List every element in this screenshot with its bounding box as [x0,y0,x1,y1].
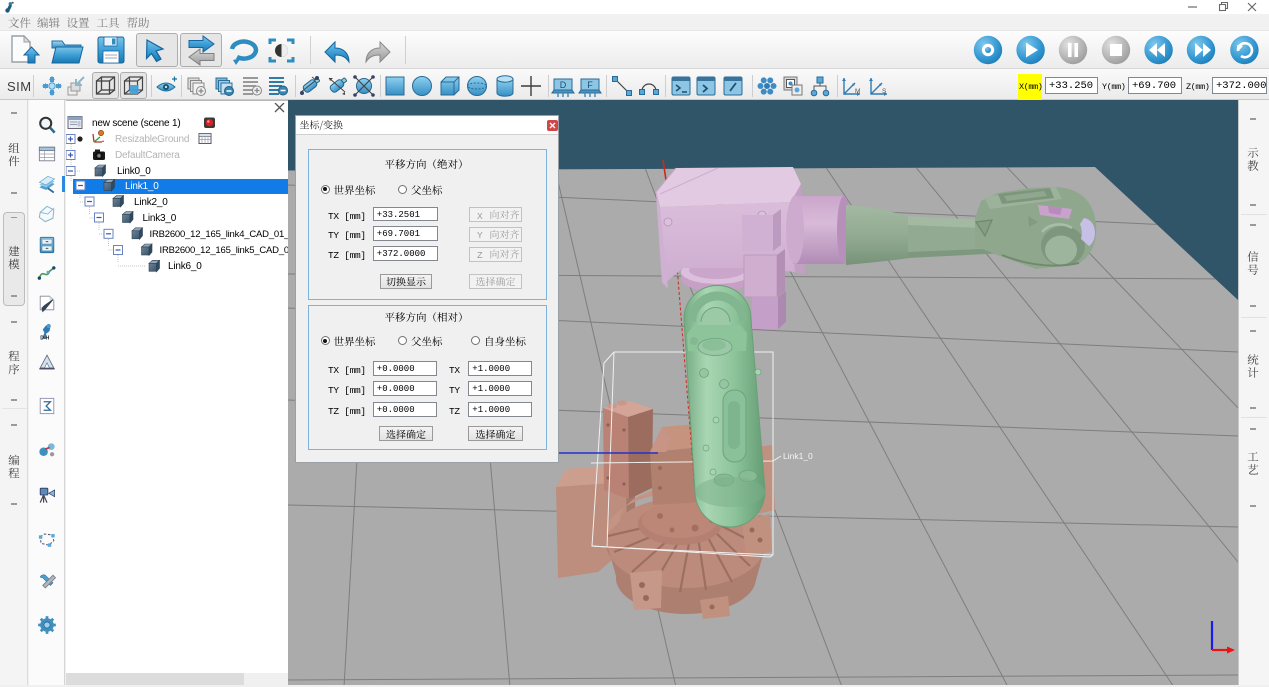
svg-text:D-H: D-H [40,336,49,342]
svg-text:D: D [560,80,567,90]
svg-text:Link1_0: Link1_0 [783,451,813,461]
svg-text:S: S [882,88,887,95]
svg-text:F: F [587,80,593,90]
svg-text:M: M [855,88,860,95]
